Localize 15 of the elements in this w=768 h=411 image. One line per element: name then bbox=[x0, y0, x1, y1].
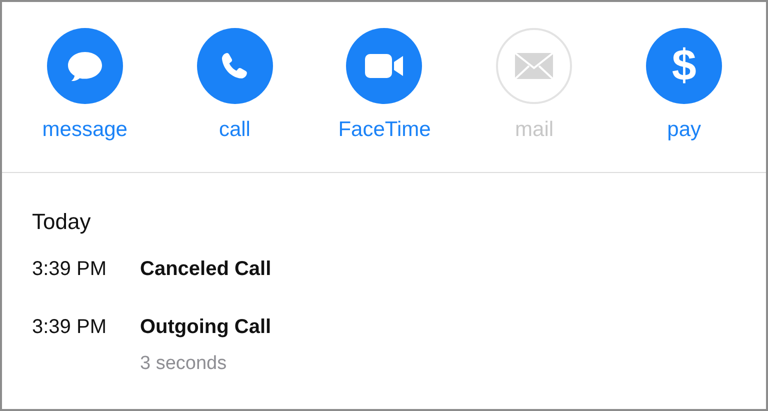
action-button[interactable]: call bbox=[160, 28, 310, 172]
message-icon bbox=[66, 50, 103, 82]
call-type: Outgoing Call bbox=[140, 315, 272, 340]
call-duration: 3 seconds bbox=[140, 353, 228, 376]
call-time: 3:39 PM bbox=[32, 315, 108, 340]
action-button[interactable]: $ pay bbox=[609, 28, 759, 172]
call-type: Canceled Call bbox=[140, 257, 272, 282]
action-button[interactable]: FaceTime bbox=[310, 28, 460, 172]
section-heading: Today bbox=[32, 209, 92, 236]
action-button[interactable]: message bbox=[10, 28, 160, 172]
phone-icon bbox=[220, 51, 250, 81]
call-time: 3:39 PM bbox=[32, 257, 108, 282]
envelope-icon bbox=[514, 52, 554, 80]
video-camera-icon bbox=[364, 53, 404, 79]
dollar-icon: $ bbox=[672, 44, 696, 88]
